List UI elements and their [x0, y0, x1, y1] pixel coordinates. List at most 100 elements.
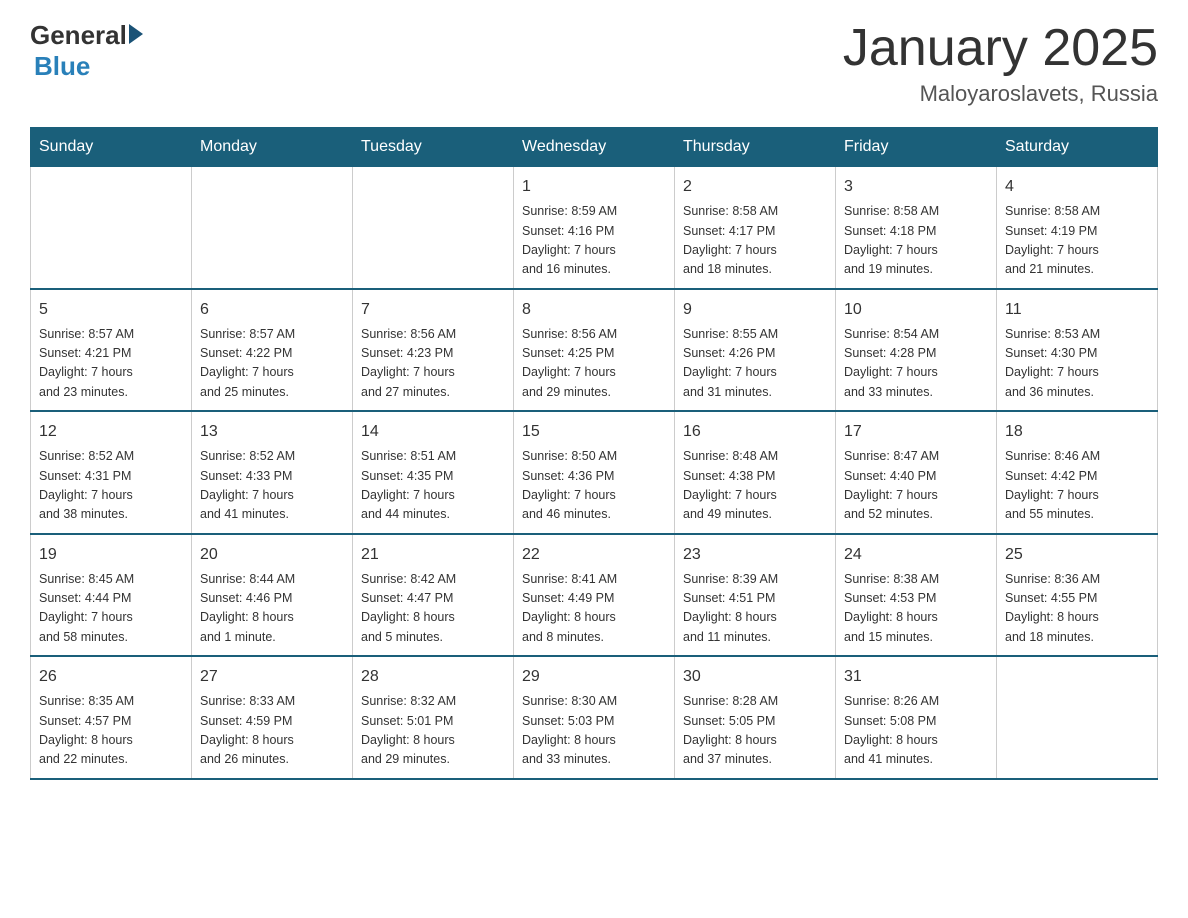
calendar-cell: 12 Sunrise: 8:52 AM Sunset: 4:31 PM Dayli…: [31, 411, 192, 534]
day-number: 26: [39, 665, 183, 689]
calendar-cell: 20 Sunrise: 8:44 AM Sunset: 4:46 PM Dayli…: [192, 534, 353, 657]
calendar-cell: 28 Sunrise: 8:32 AM Sunset: 5:01 PM Dayli…: [353, 656, 514, 779]
day-info: Sunrise: 8:32 AM Sunset: 5:01 PM Dayligh…: [361, 692, 505, 770]
day-number: 6: [200, 298, 344, 322]
day-number: 12: [39, 420, 183, 444]
day-number: 11: [1005, 298, 1149, 322]
weekday-header-sunday: Sunday: [31, 128, 192, 167]
logo: General Blue: [30, 20, 145, 82]
day-number: 17: [844, 420, 988, 444]
day-number: 14: [361, 420, 505, 444]
calendar-cell: 27 Sunrise: 8:33 AM Sunset: 4:59 PM Dayli…: [192, 656, 353, 779]
day-number: 18: [1005, 420, 1149, 444]
calendar-cell: 6 Sunrise: 8:57 AM Sunset: 4:22 PM Daylig…: [192, 289, 353, 412]
week-row-2: 5Sunrise: 8:57 AM Sunset: 4:21 PM Daylig…: [31, 289, 1158, 412]
calendar-cell: 26 Sunrise: 8:35 AM Sunset: 4:57 PM Dayli…: [31, 656, 192, 779]
calendar-cell: 16Sunrise: 8:48 AM Sunset: 4:38 PM Dayli…: [675, 411, 836, 534]
day-number: 25: [1005, 543, 1149, 567]
day-info: Sunrise: 8:48 AM Sunset: 4:38 PM Dayligh…: [683, 447, 827, 525]
day-info: Sunrise: 8:33 AM Sunset: 4:59 PM Dayligh…: [200, 692, 344, 770]
day-number: 9: [683, 298, 827, 322]
day-number: 20: [200, 543, 344, 567]
calendar-cell: [192, 167, 353, 289]
day-number: 29: [522, 665, 666, 689]
day-info: Sunrise: 8:52 AM Sunset: 4:31 PM Dayligh…: [39, 447, 183, 525]
day-info: Sunrise: 8:42 AM Sunset: 4:47 PM Dayligh…: [361, 570, 505, 648]
calendar-cell: 17 Sunrise: 8:47 AM Sunset: 4:40 PM Dayli…: [836, 411, 997, 534]
day-info: Sunrise: 8:30 AM Sunset: 5:03 PM Dayligh…: [522, 692, 666, 770]
calendar-cell: 8Sunrise: 8:56 AM Sunset: 4:25 PM Daylig…: [514, 289, 675, 412]
calendar-cell: 23Sunrise: 8:39 AM Sunset: 4:51 PM Dayli…: [675, 534, 836, 657]
page-header: General Blue January 2025 Maloyaroslavet…: [30, 20, 1158, 107]
week-row-3: 12 Sunrise: 8:52 AM Sunset: 4:31 PM Dayli…: [31, 411, 1158, 534]
calendar-cell: 31Sunrise: 8:26 AM Sunset: 5:08 PM Dayli…: [836, 656, 997, 779]
day-number: 19: [39, 543, 183, 567]
weekday-header-saturday: Saturday: [997, 128, 1158, 167]
day-number: 4: [1005, 175, 1149, 199]
calendar-cell: 22 Sunrise: 8:41 AM Sunset: 4:49 PM Dayli…: [514, 534, 675, 657]
title-section: January 2025 Maloyaroslavets, Russia: [843, 20, 1158, 107]
calendar-cell: 11 Sunrise: 8:53 AM Sunset: 4:30 PM Dayli…: [997, 289, 1158, 412]
day-number: 23: [683, 543, 827, 567]
day-number: 5: [39, 298, 183, 322]
calendar-cell: 19 Sunrise: 8:45 AM Sunset: 4:44 PM Dayli…: [31, 534, 192, 657]
day-info: Sunrise: 8:46 AM Sunset: 4:42 PM Dayligh…: [1005, 447, 1149, 525]
day-info: Sunrise: 8:57 AM Sunset: 4:22 PM Dayligh…: [200, 325, 344, 403]
week-row-5: 26 Sunrise: 8:35 AM Sunset: 4:57 PM Dayli…: [31, 656, 1158, 779]
day-number: 1: [522, 175, 666, 199]
calendar-cell: [31, 167, 192, 289]
day-number: 2: [683, 175, 827, 199]
calendar-cell: 14 Sunrise: 8:51 AM Sunset: 4:35 PM Dayli…: [353, 411, 514, 534]
day-info: Sunrise: 8:58 AM Sunset: 4:18 PM Dayligh…: [844, 202, 988, 280]
day-number: 8: [522, 298, 666, 322]
weekday-header-monday: Monday: [192, 128, 353, 167]
day-info: Sunrise: 8:36 AM Sunset: 4:55 PM Dayligh…: [1005, 570, 1149, 648]
calendar-cell: 15 Sunrise: 8:50 AM Sunset: 4:36 PM Dayli…: [514, 411, 675, 534]
day-info: Sunrise: 8:35 AM Sunset: 4:57 PM Dayligh…: [39, 692, 183, 770]
calendar-title: January 2025: [843, 20, 1158, 77]
calendar-cell: 1 Sunrise: 8:59 AM Sunset: 4:16 PM Daylig…: [514, 167, 675, 289]
calendar-cell: 25 Sunrise: 8:36 AM Sunset: 4:55 PM Dayli…: [997, 534, 1158, 657]
calendar-cell: 3 Sunrise: 8:58 AM Sunset: 4:18 PM Daylig…: [836, 167, 997, 289]
weekday-header-thursday: Thursday: [675, 128, 836, 167]
day-info: Sunrise: 8:45 AM Sunset: 4:44 PM Dayligh…: [39, 570, 183, 648]
calendar-cell: 21 Sunrise: 8:42 AM Sunset: 4:47 PM Dayli…: [353, 534, 514, 657]
day-info: Sunrise: 8:59 AM Sunset: 4:16 PM Dayligh…: [522, 202, 666, 280]
calendar-table: SundayMondayTuesdayWednesdayThursdayFrid…: [30, 127, 1158, 780]
day-number: 24: [844, 543, 988, 567]
day-info: Sunrise: 8:54 AM Sunset: 4:28 PM Dayligh…: [844, 325, 988, 403]
logo-triangle-icon: [129, 24, 143, 44]
weekday-header-row: SundayMondayTuesdayWednesdayThursdayFrid…: [31, 128, 1158, 167]
day-number: 13: [200, 420, 344, 444]
calendar-cell: 9 Sunrise: 8:55 AM Sunset: 4:26 PM Daylig…: [675, 289, 836, 412]
calendar-cell: 24Sunrise: 8:38 AM Sunset: 4:53 PM Dayli…: [836, 534, 997, 657]
day-info: Sunrise: 8:55 AM Sunset: 4:26 PM Dayligh…: [683, 325, 827, 403]
day-number: 7: [361, 298, 505, 322]
day-number: 10: [844, 298, 988, 322]
day-number: 22: [522, 543, 666, 567]
day-info: Sunrise: 8:28 AM Sunset: 5:05 PM Dayligh…: [683, 692, 827, 770]
day-info: Sunrise: 8:51 AM Sunset: 4:35 PM Dayligh…: [361, 447, 505, 525]
day-number: 15: [522, 420, 666, 444]
day-number: 3: [844, 175, 988, 199]
day-number: 27: [200, 665, 344, 689]
day-info: Sunrise: 8:52 AM Sunset: 4:33 PM Dayligh…: [200, 447, 344, 525]
logo-blue-text: Blue: [34, 51, 90, 81]
calendar-cell: 4 Sunrise: 8:58 AM Sunset: 4:19 PM Daylig…: [997, 167, 1158, 289]
day-info: Sunrise: 8:50 AM Sunset: 4:36 PM Dayligh…: [522, 447, 666, 525]
calendar-cell: [353, 167, 514, 289]
day-info: Sunrise: 8:47 AM Sunset: 4:40 PM Dayligh…: [844, 447, 988, 525]
day-number: 21: [361, 543, 505, 567]
calendar-cell: 2Sunrise: 8:58 AM Sunset: 4:17 PM Daylig…: [675, 167, 836, 289]
day-info: Sunrise: 8:53 AM Sunset: 4:30 PM Dayligh…: [1005, 325, 1149, 403]
day-number: 31: [844, 665, 988, 689]
day-number: 28: [361, 665, 505, 689]
day-info: Sunrise: 8:56 AM Sunset: 4:23 PM Dayligh…: [361, 325, 505, 403]
weekday-header-wednesday: Wednesday: [514, 128, 675, 167]
day-info: Sunrise: 8:41 AM Sunset: 4:49 PM Dayligh…: [522, 570, 666, 648]
week-row-4: 19 Sunrise: 8:45 AM Sunset: 4:44 PM Dayli…: [31, 534, 1158, 657]
day-info: Sunrise: 8:58 AM Sunset: 4:19 PM Dayligh…: [1005, 202, 1149, 280]
calendar-cell: 5Sunrise: 8:57 AM Sunset: 4:21 PM Daylig…: [31, 289, 192, 412]
day-info: Sunrise: 8:44 AM Sunset: 4:46 PM Dayligh…: [200, 570, 344, 648]
calendar-cell: 10 Sunrise: 8:54 AM Sunset: 4:28 PM Dayli…: [836, 289, 997, 412]
